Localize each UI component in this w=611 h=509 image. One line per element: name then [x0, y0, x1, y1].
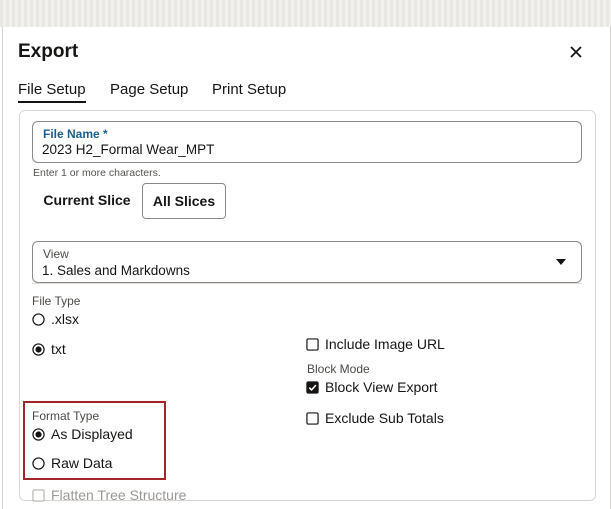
format-raw-data-label: Raw Data — [51, 455, 113, 471]
format-as-displayed-label: As Displayed — [51, 426, 133, 442]
radio-selected-icon — [32, 342, 45, 356]
checkbox-icon — [306, 337, 319, 351]
file-name-hint: Enter 1 or more characters. — [33, 167, 161, 179]
include-image-url-checkbox[interactable]: Include Image URL — [306, 336, 445, 352]
format-as-displayed-option[interactable]: As Displayed — [32, 426, 133, 442]
checkbox-checked-icon — [306, 380, 319, 394]
view-select[interactable]: View 1. Sales and Markdowns — [32, 241, 582, 283]
radio-selected-icon — [32, 427, 45, 441]
tab-file-setup[interactable]: File Setup — [18, 81, 86, 103]
radio-icon — [32, 312, 45, 326]
exclude-sub-totals-checkbox[interactable]: Exclude Sub Totals — [306, 410, 444, 426]
file-type-txt-option[interactable]: txt — [32, 341, 66, 357]
tab-print-setup[interactable]: Print Setup — [212, 81, 286, 98]
view-value: 1. Sales and Markdowns — [42, 263, 190, 278]
tab-page-setup[interactable]: Page Setup — [110, 81, 188, 98]
file-name-input[interactable]: 2023 H2_Formal Wear_MPT — [42, 142, 214, 157]
export-dialog: Export File Setup Page Setup Print Setup… — [2, 27, 611, 509]
checkbox-icon — [306, 411, 319, 425]
exclude-sub-totals-label: Exclude Sub Totals — [325, 410, 444, 426]
radio-icon — [32, 456, 45, 470]
file-name-field[interactable]: File Name * 2023 H2_Formal Wear_MPT — [32, 121, 582, 163]
file-type-label: File Type — [32, 294, 81, 308]
divider — [32, 283, 582, 284]
all-slices-button[interactable]: All Slices — [142, 183, 226, 219]
view-label: View — [43, 247, 69, 261]
background-strip — [0, 0, 611, 27]
block-mode-label: Block Mode — [307, 362, 370, 376]
checkbox-icon — [32, 488, 45, 502]
flatten-tree-label: Flatten Tree Structure — [51, 487, 187, 503]
close-icon — [570, 46, 582, 58]
chevron-down-icon — [556, 259, 566, 265]
file-type-xlsx-option[interactable]: .xlsx — [32, 311, 79, 327]
file-name-label: File Name * — [43, 127, 108, 141]
flatten-tree-checkbox: Flatten Tree Structure — [32, 487, 186, 503]
file-setup-panel: File Name * 2023 H2_Formal Wear_MPT Ente… — [19, 110, 596, 503]
block-view-export-label: Block View Export — [325, 379, 438, 395]
tab-bar: File Setup Page Setup Print Setup — [3, 77, 610, 103]
file-type-txt-label: txt — [51, 341, 66, 357]
close-button[interactable] — [565, 41, 587, 63]
format-raw-data-option[interactable]: Raw Data — [32, 455, 112, 471]
block-view-export-checkbox[interactable]: Block View Export — [306, 379, 438, 395]
file-type-xlsx-label: .xlsx — [51, 311, 79, 327]
format-type-label: Format Type — [32, 409, 100, 423]
current-slice-button[interactable]: Current Slice — [34, 183, 140, 217]
include-image-url-label: Include Image URL — [325, 336, 445, 352]
dialog-title: Export — [18, 41, 79, 62]
